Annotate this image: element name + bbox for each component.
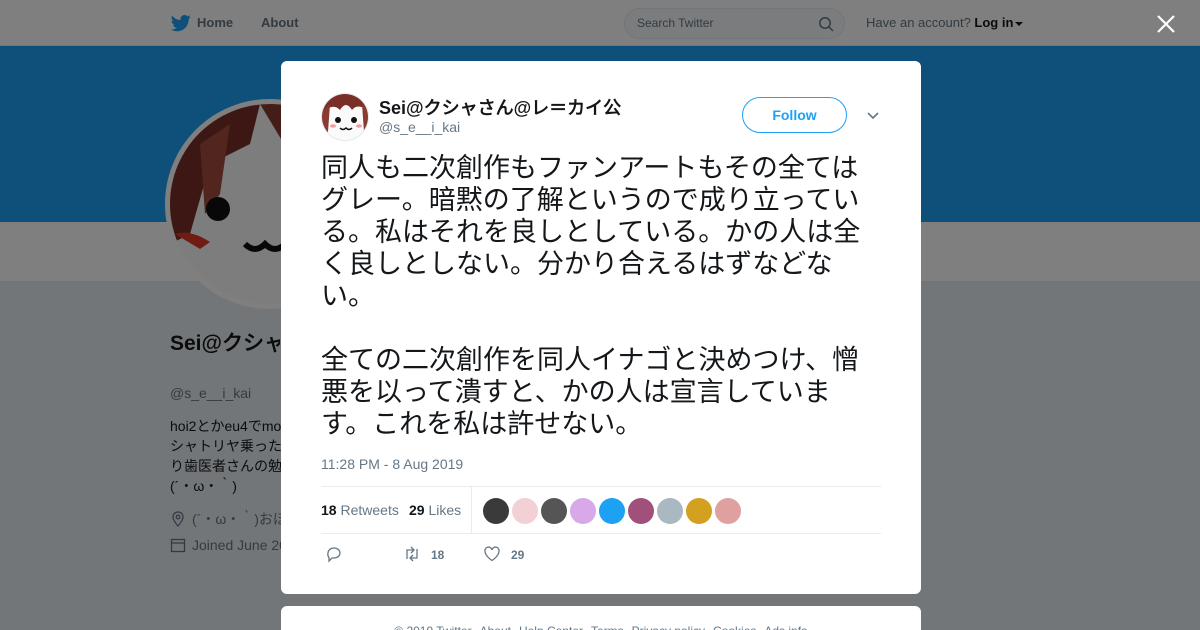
- liker-avatar[interactable]: [570, 498, 596, 524]
- follow-button[interactable]: Follow: [742, 97, 847, 133]
- liker-avatar[interactable]: [599, 498, 625, 524]
- retweets-count: 18: [321, 502, 337, 518]
- likes-count: 29: [409, 502, 425, 518]
- likes-stat[interactable]: 29 Likes: [409, 502, 461, 518]
- author-avatar[interactable]: [321, 93, 369, 141]
- footer-link[interactable]: About: [480, 624, 511, 630]
- tweet-text: 同人も二次創作もファンアートもその全ては グレー。暗黙の了解というので成り立って…: [321, 153, 861, 440]
- footer-link[interactable]: Privacy policy: [632, 624, 705, 630]
- heart-icon: [484, 546, 500, 562]
- retweets-stat[interactable]: 18 Retweets: [321, 502, 399, 518]
- footer-link[interactable]: Cookies: [713, 624, 756, 630]
- chevron-down-icon[interactable]: [866, 109, 880, 123]
- stats-divider: [471, 487, 472, 534]
- like-count: 29: [511, 548, 525, 562]
- liker-avatar[interactable]: [686, 498, 712, 524]
- footer-link[interactable]: Ads info: [764, 624, 807, 630]
- author-avatar-face-icon: [322, 94, 368, 140]
- retweet-icon: [406, 546, 418, 562]
- page-footer: © 2019 Twitter About Help Center Terms Priva…: [281, 606, 921, 630]
- author-name[interactable]: Sei@クシャさん@レ＝カイ公: [379, 94, 621, 120]
- footer-link[interactable]: Help Center: [519, 624, 583, 630]
- close-icon[interactable]: [1156, 14, 1176, 34]
- liker-avatar[interactable]: [512, 498, 538, 524]
- retweet-count: 18: [431, 548, 445, 562]
- liker-avatar[interactable]: [657, 498, 683, 524]
- liker-avatar[interactable]: [628, 498, 654, 524]
- likes-label: Likes: [428, 502, 462, 518]
- footer-links: © 2019 Twitter About Help Center Terms Priva…: [281, 624, 921, 630]
- liker-avatar[interactable]: [541, 498, 567, 524]
- footer-link[interactable]: © 2019 Twitter: [394, 624, 471, 630]
- author-handle[interactable]: @s_e__i_kai: [379, 119, 460, 135]
- footer-link[interactable]: Terms: [591, 624, 624, 630]
- tweet-actions: 18 29: [321, 545, 881, 565]
- reply-icon: [327, 547, 341, 563]
- retweet-button[interactable]: 18: [403, 545, 444, 565]
- like-button[interactable]: 29: [483, 545, 524, 565]
- retweets-label: Retweets: [340, 502, 399, 518]
- tweet-timestamp[interactable]: 11:28 PM - 8 Aug 2019: [321, 456, 463, 472]
- reply-button[interactable]: [325, 545, 343, 565]
- liker-avatar[interactable]: [483, 498, 509, 524]
- liker-avatar[interactable]: [715, 498, 741, 524]
- tweet-modal: Sei@クシャさん@レ＝カイ公 @s_e__i_kai Follow 同人も二次…: [281, 61, 921, 594]
- tweet-stats: 18 Retweets 29 Likes: [321, 486, 881, 534]
